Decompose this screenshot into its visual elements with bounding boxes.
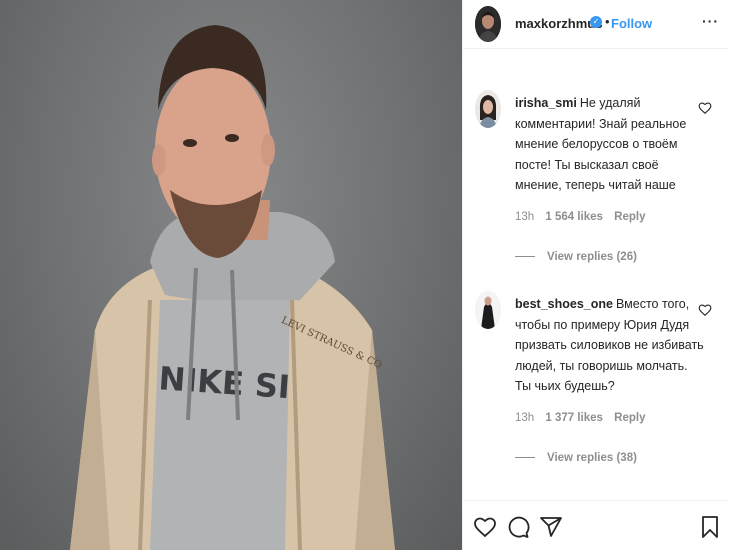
comment-meta: 13h 1 377 likes Reply	[515, 412, 653, 424]
reply-button[interactable]: Reply	[614, 211, 645, 223]
commenter-username[interactable]: best_shoes_one	[515, 297, 613, 311]
post-photo[interactable]: NIKE SI LEVI STRAUSS & CO	[0, 0, 462, 550]
post-header: maxkorzhmus ✓ • Follow ···	[463, 0, 729, 49]
separator-dot: •	[605, 14, 610, 29]
reply-button[interactable]: Reply	[614, 412, 645, 424]
view-replies-button[interactable]: View replies (26)	[515, 251, 637, 263]
comment-likes[interactable]: 1 377 likes	[545, 412, 603, 424]
share-icon[interactable]	[539, 515, 563, 539]
view-replies-button[interactable]: View replies (38)	[515, 452, 637, 464]
comment-time[interactable]: 13h	[515, 412, 534, 424]
follow-button[interactable]: Follow	[611, 16, 652, 31]
heart-icon[interactable]	[473, 515, 497, 539]
replies-divider-line	[515, 256, 535, 258]
author-avatar[interactable]	[475, 6, 501, 42]
comment-icon[interactable]	[506, 515, 530, 539]
comment-likes[interactable]: 1 564 likes	[545, 211, 603, 223]
view-replies-label: View replies (26)	[547, 251, 637, 263]
portrait-image: NIKE SI LEVI STRAUSS & CO	[70, 25, 395, 550]
post-sidebar: maxkorzhmus ✓ • Follow ··· irisha_smi Не …	[462, 0, 729, 550]
comment-like-heart-icon[interactable]	[698, 303, 712, 317]
commenter-avatar[interactable]	[475, 291, 501, 329]
commenter-username[interactable]: irisha_smi	[515, 96, 577, 110]
comment-text: best_shoes_one Вместо того, чтобы по прим…	[515, 294, 705, 397]
author-avatar-image	[475, 6, 501, 42]
comment-body: Вместо того, чтобы по примеру Юрия Дудя …	[515, 297, 704, 393]
verified-badge-icon: ✓	[590, 16, 602, 28]
comment-time[interactable]: 13h	[515, 211, 534, 223]
comment-meta: 13h 1 564 likes Reply	[515, 211, 653, 223]
replies-divider-line	[515, 457, 535, 459]
commenter-avatar-image	[475, 90, 501, 128]
bookmark-icon[interactable]	[698, 515, 722, 539]
comment-body: Не удаляй комментарии! Знай реальное мне…	[515, 96, 687, 192]
post-actions-bar	[463, 500, 729, 550]
commenter-avatar-image	[475, 291, 501, 329]
commenter-avatar[interactable]	[475, 90, 501, 128]
comment-text: irisha_smi Не удаляй комментарии! Знай ре…	[515, 93, 705, 196]
view-replies-label: View replies (38)	[547, 452, 637, 464]
comment-like-heart-icon[interactable]	[698, 101, 712, 115]
more-options-icon[interactable]: ···	[702, 13, 719, 29]
